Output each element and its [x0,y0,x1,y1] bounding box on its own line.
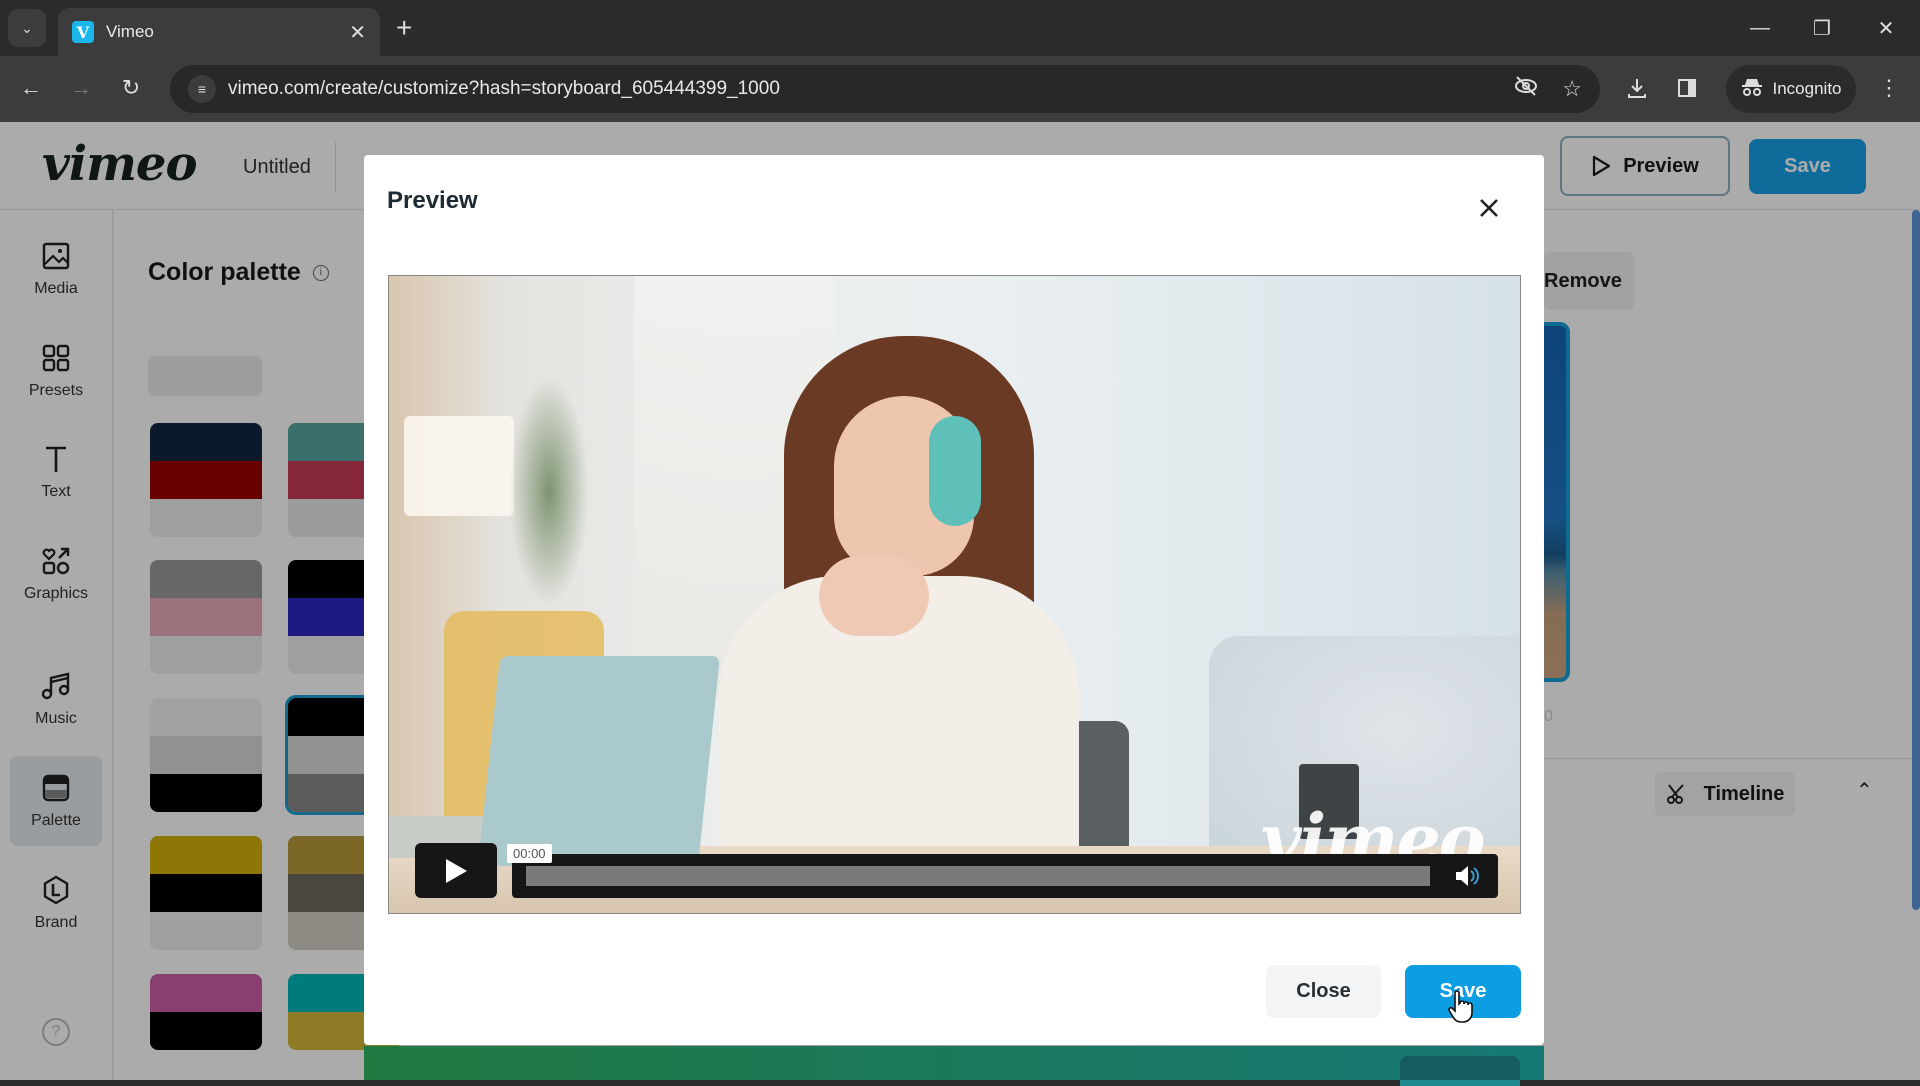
video-player[interactable]: vimeo 00:00 [388,275,1521,914]
preview-modal: Preview vimeo 00:00 Close Save [364,155,1544,1045]
browser-tab-bar: ⌄ V Vimeo ✕ + — ❐ ✕ [0,0,1920,56]
url-text[interactable]: vimeo.com/create/customize?hash=storyboa… [228,78,1490,100]
lamp [404,416,514,516]
laptop [477,656,721,866]
site-settings-icon[interactable]: ≡ [188,75,216,103]
reload-icon[interactable]: ↻ [112,69,150,107]
vimeo-favicon-icon: V [72,21,94,43]
progress-bar[interactable] [526,866,1430,886]
chevron-down-icon: ⌄ [21,19,33,36]
person-hands [819,556,929,636]
play-button[interactable] [415,843,497,898]
address-toolbar: ← → ↻ ≡ vimeo.com/create/customize?hash=… [0,56,1920,122]
more-menu-icon[interactable]: ⋮ [1870,69,1908,107]
eye-off-icon[interactable] [1514,75,1538,103]
headphones [929,416,981,526]
hand-cursor-icon [1447,990,1473,1024]
minimize-icon[interactable]: — [1730,8,1790,48]
player-control-bar [512,854,1498,898]
back-icon[interactable]: ← [12,69,50,107]
download-icon[interactable] [1618,69,1656,107]
play-icon [446,858,467,883]
close-window-icon[interactable]: ✕ [1856,8,1916,48]
close-tab-icon[interactable]: ✕ [349,20,366,45]
time-tooltip: 00:00 [507,844,552,863]
browser-tab[interactable]: V Vimeo ✕ [58,8,380,56]
incognito-icon [1741,77,1763,102]
tab-search-button[interactable]: ⌄ [8,9,46,47]
plant [509,376,589,606]
close-icon[interactable] [1476,195,1502,221]
incognito-button[interactable]: Incognito [1726,65,1856,113]
tab-title: Vimeo [106,22,154,41]
modal-title: Preview [387,187,478,214]
address-bar[interactable]: ≡ vimeo.com/create/customize?hash=storyb… [170,65,1600,113]
close-button[interactable]: Close [1266,965,1381,1018]
side-panel-icon[interactable] [1668,69,1706,107]
volume-icon[interactable] [1454,864,1480,888]
forward-icon[interactable]: → [62,69,100,107]
new-tab-icon[interactable]: + [396,12,412,44]
incognito-label: Incognito [1772,79,1842,98]
restore-icon[interactable]: ❐ [1792,8,1852,48]
star-icon[interactable]: ☆ [1562,76,1582,102]
